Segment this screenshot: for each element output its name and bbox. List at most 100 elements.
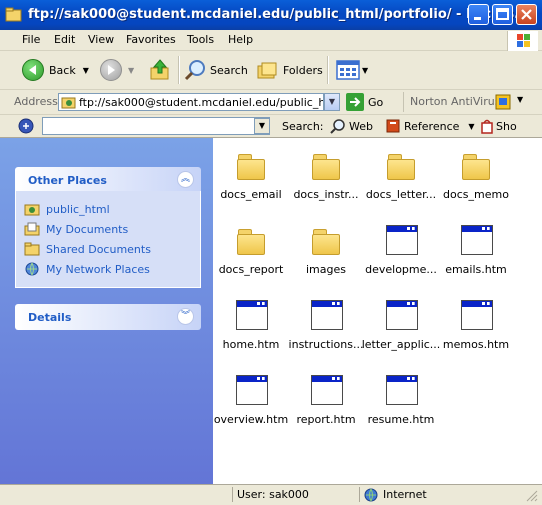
file-label: docs_memo — [443, 188, 509, 201]
html-document-icon — [309, 373, 343, 407]
back-button[interactable]: Back ▼ — [22, 57, 89, 83]
folder-icon — [309, 148, 343, 182]
views-button[interactable]: ▼ — [336, 57, 368, 83]
up-folder-button[interactable] — [148, 57, 172, 83]
menu-help[interactable]: Help — [228, 33, 253, 46]
file-item[interactable]: resume.htm — [361, 373, 441, 426]
menu-tools[interactable]: Tools — [187, 33, 214, 46]
menu-favorites[interactable]: Favorites — [126, 33, 176, 46]
file-label: docs_letter... — [365, 188, 437, 201]
search-engine-button[interactable] — [18, 118, 34, 137]
maximize-button[interactable] — [492, 4, 513, 25]
toolbar-separator — [327, 56, 329, 84]
search-label-toolbar: Search: — [282, 120, 324, 133]
address-bar: Address ftp://sak000@student.mcdaniel.ed… — [0, 90, 542, 115]
file-item[interactable]: letter_applic... — [361, 298, 441, 351]
folders-button[interactable]: Folders — [256, 57, 323, 83]
folder-item[interactable]: docs_report — [211, 223, 291, 276]
shop-button[interactable]: Sho — [479, 118, 517, 134]
status-zone-section: Internet — [359, 487, 524, 502]
minimize-icon — [474, 17, 481, 20]
folder-icon — [384, 148, 418, 182]
other-places-title: Other Places — [28, 174, 107, 187]
file-label: docs_email — [220, 188, 282, 201]
file-label: memos.htm — [442, 338, 510, 351]
folder-item[interactable]: images — [286, 223, 366, 276]
forward-arrow-icon — [100, 59, 122, 81]
web-search-button[interactable]: Web — [330, 118, 373, 134]
file-label: docs_instr... — [293, 188, 359, 201]
file-label: instructions... — [288, 338, 364, 351]
close-button[interactable] — [516, 4, 537, 25]
place-my-documents[interactable]: My Documents — [24, 221, 128, 237]
shopping-bag-icon — [481, 119, 493, 134]
up-folder-icon — [150, 59, 169, 80]
file-label: emails.htm — [445, 263, 507, 276]
window-title: ftp://sak000@student.mcdaniel.edu/public… — [28, 7, 529, 22]
address-input[interactable]: ftp://sak000@student.mcdaniel.edu/public… — [58, 93, 324, 111]
file-item[interactable]: overview.htm — [211, 373, 291, 426]
search-label: Search — [210, 63, 248, 77]
minimize-button[interactable] — [468, 4, 489, 25]
status-bar: User: sak000 Internet — [0, 484, 542, 505]
search-button[interactable]: Search — [184, 57, 248, 83]
address-separator — [403, 92, 404, 112]
views-dropdown-icon: ▼ — [362, 65, 369, 75]
forward-dropdown-icon[interactable]: ▼ — [128, 66, 134, 75]
go-arrow-icon — [346, 93, 364, 111]
html-document-icon — [459, 298, 493, 332]
other-places-header[interactable]: Other Places ︽ — [15, 167, 201, 193]
forward-button[interactable]: ▼ — [100, 57, 134, 83]
collapse-chevron-icon[interactable]: ︽ — [177, 171, 194, 188]
file-item[interactable]: memos.htm — [436, 298, 516, 351]
toolbar-separator — [178, 56, 180, 84]
folder-item[interactable]: docs_letter... — [361, 148, 441, 201]
views-icon — [336, 60, 360, 80]
ftp-folder-icon — [24, 204, 40, 216]
back-label: Back — [49, 63, 76, 77]
file-item[interactable]: instructions... — [286, 298, 366, 351]
back-dropdown-icon[interactable]: ▼ — [83, 66, 89, 75]
place-shared-documents[interactable]: Shared Documents — [24, 241, 151, 257]
folder-icon — [234, 223, 268, 257]
file-item[interactable]: home.htm — [211, 298, 291, 351]
file-label: docs_report — [218, 263, 284, 276]
status-zone: Internet — [383, 488, 427, 501]
other-places-panel: public_html My Documents Shared Document… — [15, 191, 201, 288]
place-public-html[interactable]: public_html — [24, 201, 110, 217]
expand-chevron-icon[interactable]: ︾ — [177, 308, 194, 325]
resize-grip-icon[interactable] — [525, 489, 539, 503]
menu-view[interactable]: View — [88, 33, 114, 46]
norton-dropdown-icon[interactable]: ▼ — [517, 95, 523, 104]
address-dropdown-button[interactable]: ▼ — [324, 93, 340, 111]
go-button[interactable]: Go — [346, 93, 383, 111]
folder-item[interactable]: docs_email — [211, 148, 291, 201]
internet-globe-icon — [364, 488, 378, 501]
title-bar[interactable]: ftp://sak000@student.mcdaniel.edu/public… — [0, 0, 542, 30]
status-user: User: sak000 — [237, 488, 309, 501]
place-my-network-places[interactable]: My Network Places — [24, 261, 150, 277]
menu-edit[interactable]: Edit — [54, 33, 75, 46]
file-label: resume.htm — [367, 413, 435, 426]
file-item[interactable]: developme... — [361, 223, 441, 276]
reference-button[interactable]: Reference ▼ — [385, 118, 475, 134]
norton-button[interactable] — [495, 94, 511, 113]
file-item[interactable]: emails.htm — [436, 223, 516, 276]
folder-item[interactable]: docs_instr... — [286, 148, 366, 201]
file-label: overview.htm — [213, 413, 289, 426]
network-places-icon — [25, 262, 39, 276]
folder-item[interactable]: docs_memo — [436, 148, 516, 201]
norton-antivirus-label: Norton AntiVirus — [410, 95, 501, 108]
file-item[interactable]: report.htm — [286, 373, 366, 426]
details-header[interactable]: Details ︾ — [15, 304, 201, 330]
menu-file[interactable]: File — [22, 33, 40, 46]
search-dropdown-button[interactable]: ▼ — [254, 118, 270, 134]
toolbar-search-input[interactable] — [42, 117, 270, 135]
place-label: My Documents — [46, 222, 129, 236]
search-toolbar: ▼ Search: Web Reference ▼ Sho — [0, 115, 542, 138]
back-arrow-icon — [22, 59, 44, 81]
html-document-icon — [309, 298, 343, 332]
folder-window-icon — [5, 7, 22, 22]
folder-icon — [459, 148, 493, 182]
folder-icon — [234, 148, 268, 182]
